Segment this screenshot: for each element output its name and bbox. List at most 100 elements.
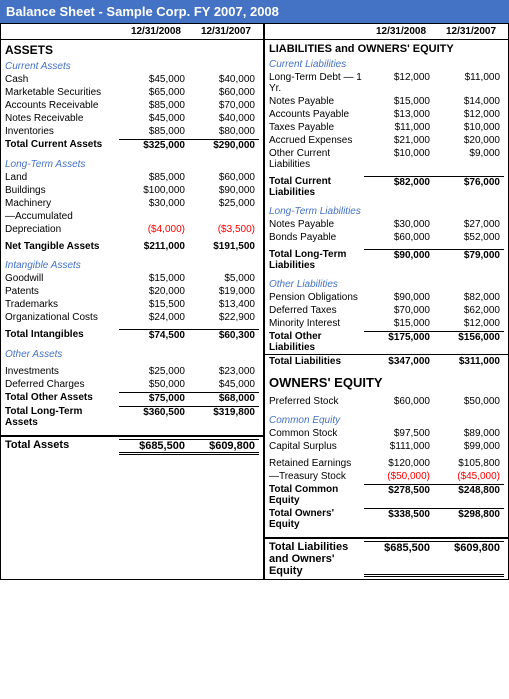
current-assets-title: Current Assets <box>1 58 263 73</box>
list-item: Common Stock $97,500 $89,000 <box>265 427 508 440</box>
total-other-liab-v2: $156,000 <box>434 331 504 353</box>
preferred-stock-label: Preferred Stock <box>269 396 364 407</box>
land-v1: $85,000 <box>119 172 189 183</box>
grand-total-v1: $685,500 <box>364 541 434 577</box>
accrued-exp-v1: $21,000 <box>364 135 434 146</box>
machinery-v1: $30,000 <box>119 198 189 209</box>
page-header: Balance Sheet - Sample Corp. FY 2007, 20… <box>0 0 509 23</box>
trademarks-v2: $13,400 <box>189 299 259 310</box>
accumulated-v1 <box>119 211 189 222</box>
other-curr-liab-label: Other Current Liabilities <box>269 148 364 170</box>
total-liabilities-label: Total Liabilities <box>269 356 364 367</box>
other-curr-liab-v2: $9,000 <box>434 148 504 170</box>
common-equity-title: Common Equity <box>265 412 508 427</box>
ltd1yr-v2: $11,000 <box>434 72 504 94</box>
buildings-v2: $90,000 <box>189 185 259 196</box>
list-item: Cash $45,000 $40,000 <box>1 73 263 86</box>
total-curr-liab-label: Total Current Liabilities <box>269 176 364 198</box>
total-current-liab-row: Total Current Liabilities $82,000 $76,00… <box>265 175 508 199</box>
def-taxes-v2: $62,000 <box>434 305 504 316</box>
minority-int-v2: $12,000 <box>434 318 504 329</box>
list-item: —Accumulated <box>1 210 263 223</box>
total-current-assets-v2: $290,000 <box>189 139 259 151</box>
total-common-equity-label: Total Common Equity <box>269 484 364 506</box>
cash-v2: $40,000 <box>189 74 259 85</box>
list-item: Pension Obligations $90,000 $82,000 <box>265 291 508 304</box>
preferred-stock-row: Preferred Stock $60,000 $50,000 <box>265 395 508 408</box>
page-title: Balance Sheet - Sample Corp. FY 2007, 20… <box>6 4 279 19</box>
total-other-assets-v1: $75,000 <box>119 392 189 404</box>
investments-v1: $25,000 <box>119 366 189 377</box>
total-intangibles-v1: $74,500 <box>119 329 189 341</box>
other-curr-liab-v1: $10,000 <box>364 148 434 170</box>
minority-int-label: Minority Interest <box>269 318 364 329</box>
buildings-label: Buildings <box>5 185 119 196</box>
total-intangibles-row: Total Intangibles $74,500 $60,300 <box>1 328 263 342</box>
list-item: Inventories $85,000 $80,000 <box>1 125 263 138</box>
inventories-label: Inventories <box>5 126 119 137</box>
longterm-assets-title: Long-Term Assets <box>1 156 263 171</box>
list-item: Land $85,000 $60,000 <box>1 171 263 184</box>
def-taxes-v1: $70,000 <box>364 305 434 316</box>
list-item: Machinery $30,000 $25,000 <box>1 197 263 210</box>
net-tangible-row: Net Tangible Assets $211,000 $191,500 <box>1 240 263 253</box>
list-item: Accounts Receivable $85,000 $70,000 <box>1 99 263 112</box>
cash-label: Cash <box>5 74 119 85</box>
accts-pay-v1: $13,000 <box>364 109 434 120</box>
list-item: Marketable Securities $65,000 $60,000 <box>1 86 263 99</box>
total-assets-v2: $609,800 <box>189 439 259 455</box>
total-longterm-v1: $360,500 <box>119 406 189 428</box>
list-item: Trademarks $15,500 $13,400 <box>1 298 263 311</box>
net-tangible-label: Net Tangible Assets <box>5 241 119 252</box>
right-date2: 12/31/2007 <box>438 24 508 39</box>
total-liabilities-v1: $347,000 <box>364 356 434 367</box>
assets-title: ASSETS <box>1 40 263 58</box>
notes-pay-label: Notes Payable <box>269 96 364 107</box>
total-longterm-v2: $319,800 <box>189 406 259 428</box>
depreciation-v2: ($3,500) <box>189 224 259 235</box>
mkt-sec-label: Marketable Securities <box>5 87 119 98</box>
total-other-assets-row: Total Other Assets $75,000 $68,000 <box>1 391 263 405</box>
common-stock-label: Common Stock <box>269 428 364 439</box>
depreciation-v1: ($4,000) <box>119 224 189 235</box>
patents-label: Patents <box>5 286 119 297</box>
list-item: Investments $25,000 $23,000 <box>1 365 263 378</box>
common-stock-v1: $97,500 <box>364 428 434 439</box>
pension-v1: $90,000 <box>364 292 434 303</box>
list-item: Accounts Payable $13,000 $12,000 <box>265 108 508 121</box>
goodwill-v2: $5,000 <box>189 273 259 284</box>
other-liabilities-title: Other Liabilities <box>265 276 508 291</box>
left-date1: 12/31/2008 <box>123 24 193 39</box>
total-other-liab-label: Total Other Liabilities <box>269 331 364 353</box>
buildings-v1: $100,000 <box>119 185 189 196</box>
minority-int-v1: $15,000 <box>364 318 434 329</box>
bonds-pay-v1: $60,000 <box>364 232 434 243</box>
right-col-headers: 12/31/2008 12/31/2007 <box>265 24 508 39</box>
accts-rec-v2: $70,000 <box>189 100 259 111</box>
cash-v1: $45,000 <box>119 74 189 85</box>
deferred-charges-v2: $45,000 <box>189 379 259 390</box>
inventories-v2: $80,000 <box>189 126 259 137</box>
mkt-sec-v1: $65,000 <box>119 87 189 98</box>
total-intangibles-v2: $60,300 <box>189 329 259 341</box>
grand-total-label: Total Liabilities and Owners' Equity <box>269 541 364 577</box>
total-longterm-assets-row: Total Long-Term Assets $360,500 $319,800 <box>1 405 263 429</box>
main-content: ASSETS Current Assets Cash $45,000 $40,0… <box>0 40 509 580</box>
total-lt-liab-row: Total Long-Term Liabilities $90,000 $79,… <box>265 248 508 272</box>
lt-notes-pay-v2: $27,000 <box>434 219 504 230</box>
lt-notes-pay-v1: $30,000 <box>364 219 434 230</box>
total-common-equity-row: Total Common Equity $278,500 $248,800 <box>265 483 508 507</box>
accts-pay-v2: $12,000 <box>434 109 504 120</box>
net-tangible-v1: $211,000 <box>119 241 189 252</box>
land-v2: $60,000 <box>189 172 259 183</box>
accrued-exp-v2: $20,000 <box>434 135 504 146</box>
current-liabilities-title: Current Liabilities <box>265 56 508 71</box>
org-costs-v1: $24,000 <box>119 312 189 323</box>
bonds-pay-label: Bonds Payable <box>269 232 364 243</box>
inventories-v1: $85,000 <box>119 126 189 137</box>
list-item: Organizational Costs $24,000 $22,900 <box>1 311 263 324</box>
total-current-assets-v1: $325,000 <box>119 139 189 151</box>
total-lt-liab-v1: $90,000 <box>364 249 434 271</box>
total-assets-row: Total Assets $685,500 $609,800 <box>1 435 263 457</box>
org-costs-label: Organizational Costs <box>5 312 119 323</box>
